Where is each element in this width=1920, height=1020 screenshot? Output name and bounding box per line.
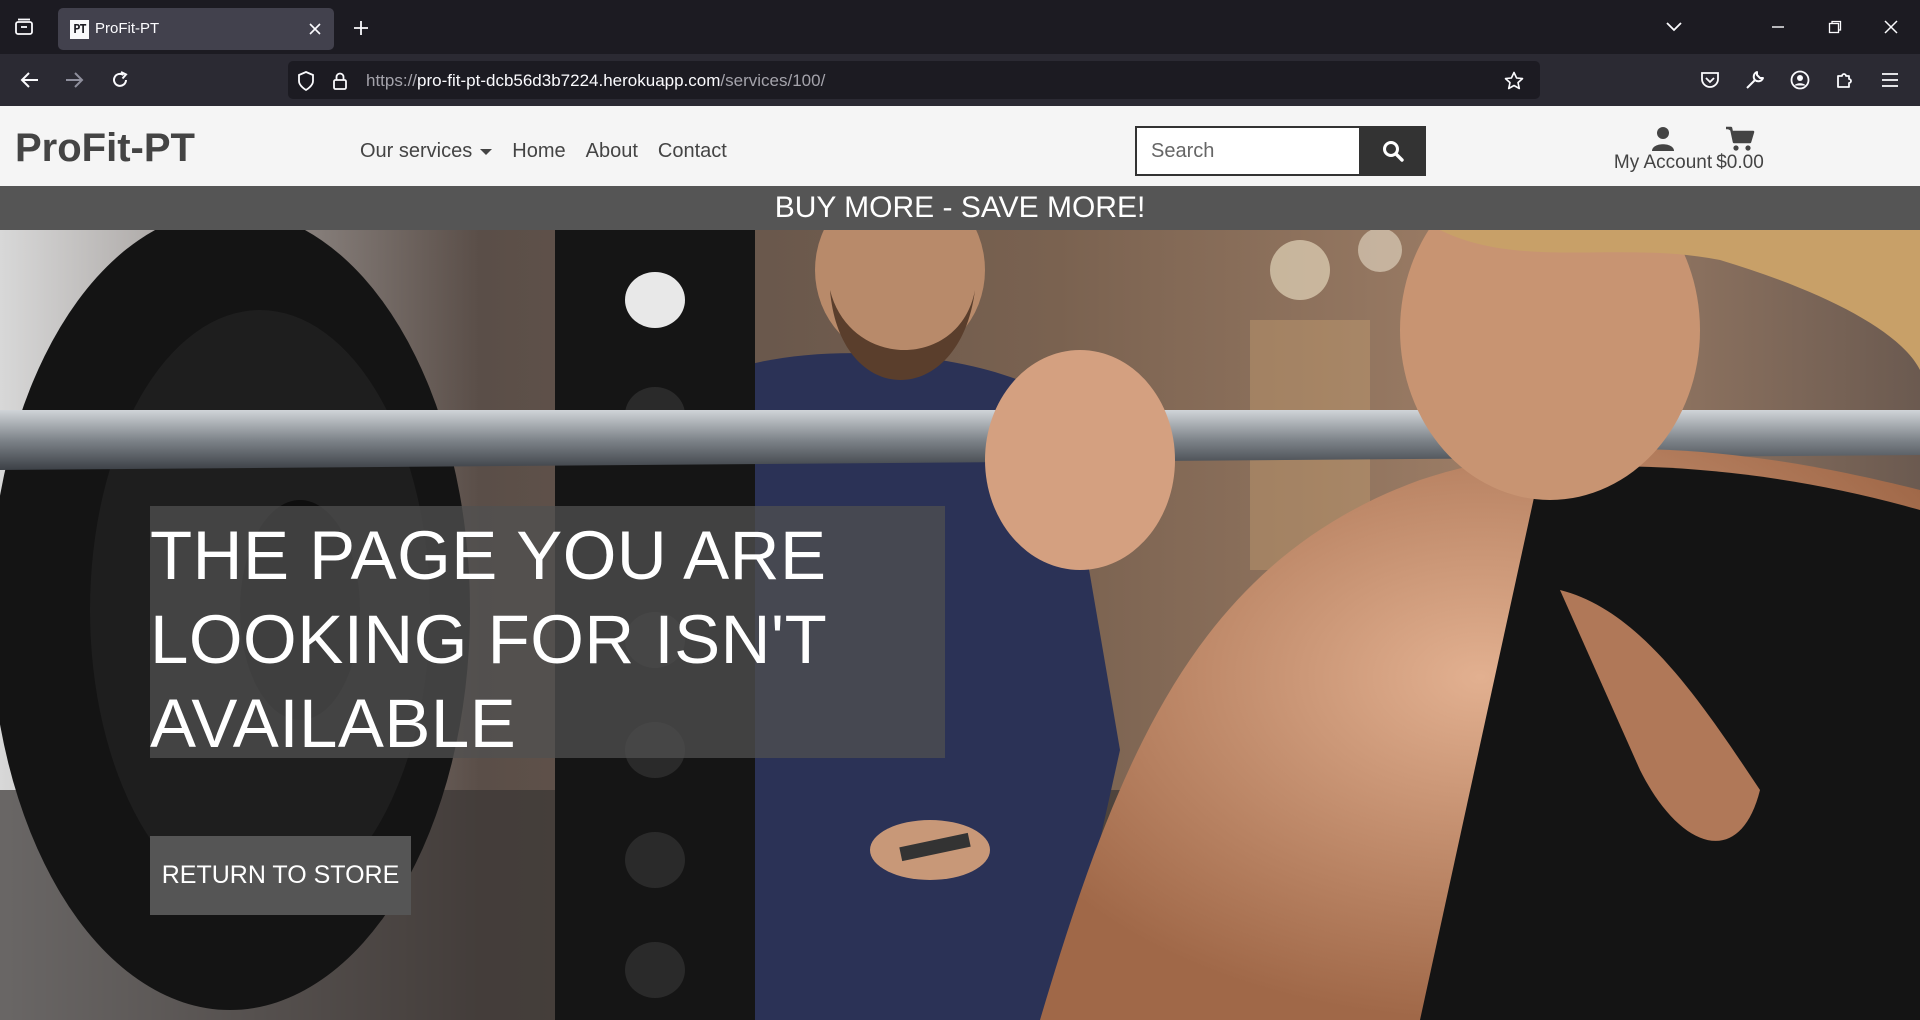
search-icon	[1383, 141, 1404, 162]
hero-section: THE PAGE YOU ARE LOOKING FOR ISN'T AVAIL…	[0, 230, 1920, 1020]
tracking-shield-icon[interactable]	[294, 69, 318, 93]
pocket-icon[interactable]	[1695, 65, 1725, 95]
url-host: pro-fit-pt-dcb56d3b7224.herokuapp.com	[417, 71, 721, 90]
forward-arrow-icon[interactable]	[58, 64, 90, 96]
wrench-icon[interactable]	[1740, 65, 1770, 95]
nav-our-services-label: Our services	[360, 140, 473, 162]
nav-contact[interactable]: Contact	[658, 140, 727, 163]
tab-list-icon[interactable]	[10, 14, 38, 40]
search-input[interactable]	[1135, 126, 1361, 176]
caret-down-icon	[480, 148, 493, 155]
extensions-puzzle-icon[interactable]	[1830, 65, 1860, 95]
close-window-icon[interactable]	[1875, 12, 1907, 42]
address-bar[interactable]: https://pro-fit-pt-dcb56d3b7224.herokuap…	[288, 61, 1540, 99]
search-form	[1135, 126, 1426, 176]
error-message-box: THE PAGE YOU ARE LOOKING FOR ISN'T AVAIL…	[150, 506, 945, 762]
site-favicon: PT	[70, 20, 89, 39]
error-heading: THE PAGE YOU ARE LOOKING FOR ISN'T AVAIL…	[150, 517, 827, 762]
lock-icon[interactable]	[328, 69, 352, 93]
bookmark-star-icon[interactable]	[1502, 69, 1526, 93]
browser-nav-bar: https://pro-fit-pt-dcb56d3b7224.herokuap…	[0, 54, 1920, 106]
new-tab-icon[interactable]	[346, 14, 376, 42]
site-viewport: ProFit-PT Our services Home About Contac…	[0, 106, 1920, 1020]
nav-our-services-dropdown[interactable]: Our services	[360, 140, 493, 163]
promo-banner: BUY MORE - SAVE MORE!	[0, 186, 1920, 230]
minimize-icon[interactable]	[1762, 12, 1794, 42]
account-circle-icon[interactable]	[1785, 65, 1815, 95]
cart-icon	[1712, 122, 1768, 152]
cart-link[interactable]: $0.00	[1712, 122, 1768, 174]
tab-close-icon[interactable]	[304, 18, 326, 40]
hamburger-menu-icon[interactable]	[1875, 65, 1905, 95]
back-arrow-icon[interactable]	[14, 64, 46, 96]
site-header: ProFit-PT Our services Home About Contac…	[0, 106, 1920, 186]
reload-icon[interactable]	[104, 64, 136, 96]
search-button[interactable]	[1360, 126, 1426, 176]
main-navigation: Our services Home About Contact	[360, 140, 747, 163]
nav-about[interactable]: About	[586, 140, 638, 163]
url-path: /services/100/	[720, 71, 826, 90]
browser-tab-bar: PT ProFit-PT	[0, 0, 1920, 54]
url-scheme: https://	[366, 71, 418, 90]
tab-title: ProFit-PT	[95, 20, 160, 37]
url-text[interactable]: https://pro-fit-pt-dcb56d3b7224.herokuap…	[366, 71, 825, 91]
cart-total: $0.00	[1716, 152, 1764, 173]
browser-tab-active[interactable]: PT ProFit-PT	[58, 8, 334, 50]
restore-icon[interactable]	[1819, 12, 1851, 42]
site-logo[interactable]: ProFit-PT	[15, 126, 195, 171]
tab-overflow-chevron-icon[interactable]	[1658, 12, 1690, 42]
nav-home[interactable]: Home	[512, 140, 565, 163]
return-to-store-button[interactable]: RETURN TO STORE	[150, 836, 411, 915]
